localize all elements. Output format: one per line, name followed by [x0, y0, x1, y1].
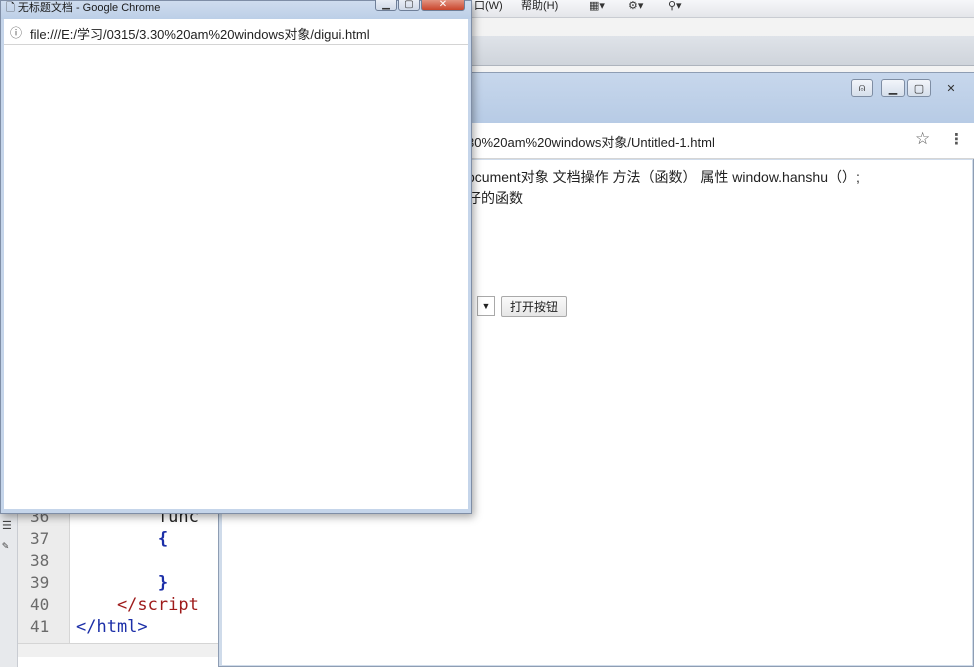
snippet-icon[interactable]: ✎	[2, 539, 9, 552]
popup-page-content	[4, 45, 468, 509]
popup-close-button[interactable]: ✕	[421, 0, 465, 11]
gear-icon[interactable]: ⚙▾	[628, 0, 643, 13]
line-number: 40	[30, 595, 50, 614]
bookmark-star-icon[interactable]: ☆	[915, 129, 930, 149]
code-line: {	[76, 529, 169, 549]
close-button[interactable]: ✕	[933, 79, 969, 97]
select-dropdown[interactable]: ▼	[477, 296, 495, 316]
layout-icon[interactable]: ▦▾	[589, 0, 605, 13]
code-side-toolbar: ☰ ✎	[0, 505, 18, 667]
maximize-button[interactable]: ▢	[907, 79, 931, 97]
menu-window[interactable]: 口(W)	[474, 0, 503, 13]
line-number: 38	[30, 551, 50, 570]
popup-address-url[interactable]: file:///E:/学习/0315/3.30%20am%20windows对象…	[30, 24, 370, 43]
user-icon[interactable]: ⍝	[851, 79, 873, 97]
popup-window-title: 🗋 无标题文档 - Google Chrome	[6, 0, 160, 18]
line-number: 41	[30, 617, 50, 636]
line-number: 39	[30, 573, 50, 592]
info-icon[interactable]: ⓘ	[10, 24, 22, 41]
menu-dots-icon[interactable]: ⋮	[949, 130, 964, 148]
content-text-line-2: 仔的函数	[467, 190, 523, 206]
minimize-button[interactable]: ▁	[881, 79, 905, 97]
code-editor[interactable]: ☰ ✎ 36 func 37 { 38 39 } 40 </script 41 …	[0, 505, 220, 667]
sitemap-icon[interactable]: ⚲▾	[668, 0, 682, 13]
document-tab-bar	[470, 36, 974, 66]
code-line: </html>	[76, 617, 148, 637]
chrome-window-popup: 🗋 无标题文档 - Google Chrome ▁ ▢ ✕ ⓘ file:///…	[0, 0, 472, 514]
format-icon[interactable]: ☰	[2, 519, 12, 532]
popup-minimize-button[interactable]: ▁	[375, 0, 397, 11]
code-horizontal-scrollbar[interactable]	[18, 643, 220, 657]
content-text-line-1: ocument对象 文档操作 方法（函数） 属性 window.hanshu（）…	[467, 169, 860, 185]
code-line: }	[76, 573, 169, 593]
code-line: </script	[76, 595, 199, 615]
open-button[interactable]: 打开按钮	[501, 296, 567, 317]
popup-maximize-button[interactable]: ▢	[398, 0, 420, 11]
popup-title-text: 无标题文档 - Google Chrome	[17, 2, 161, 14]
document-icon: 🗋	[6, 2, 18, 14]
address-url[interactable]: 30%20am%20windows对象/Untitled-1.html	[467, 132, 715, 151]
line-number: 37	[30, 529, 50, 548]
popup-titlebar[interactable]: 🗋 无标题文档 - Google Chrome ▁ ▢ ✕	[1, 0, 471, 19]
popup-address-bar[interactable]: ⓘ file:///E:/学习/0315/3.30%20am%20windows…	[4, 19, 468, 45]
menu-help[interactable]: 帮助(H)	[521, 0, 558, 13]
